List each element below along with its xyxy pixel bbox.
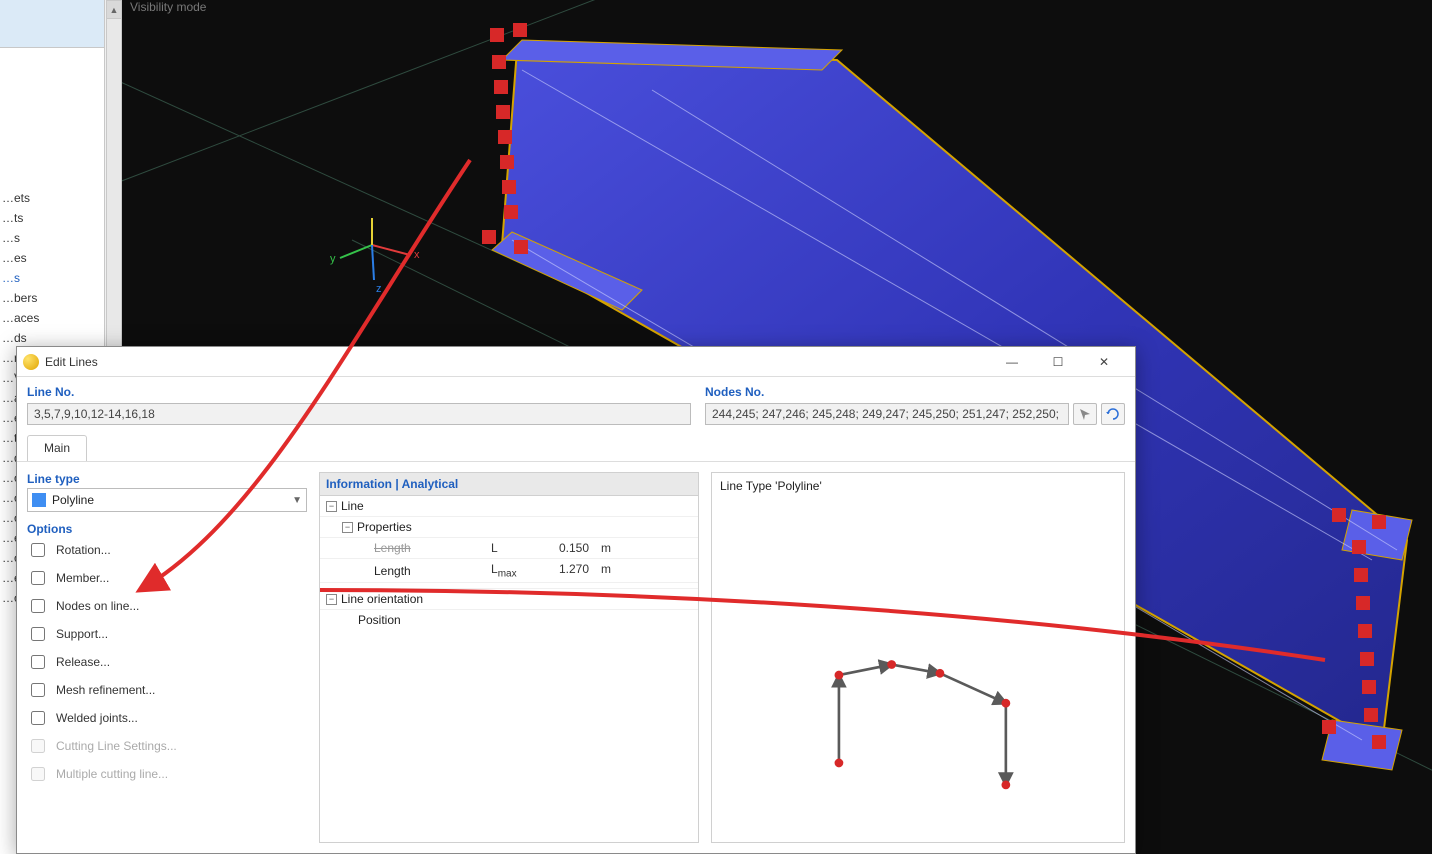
option-mesh-refinement[interactable]: Mesh refinement...	[27, 680, 307, 700]
option-welded-joints[interactable]: Welded joints...	[27, 708, 307, 728]
option-release-check[interactable]	[31, 655, 45, 669]
linetype-label: Line type	[27, 472, 307, 486]
option-rotation-label: Rotation...	[56, 543, 111, 557]
linetype-value: Polyline	[52, 493, 292, 507]
option-mesh-label: Mesh refinement...	[56, 683, 155, 697]
option-rotation[interactable]: Rotation...	[27, 540, 307, 560]
tree-item[interactable]: …es	[0, 248, 104, 268]
option-member-check[interactable]	[31, 571, 45, 585]
dialog-titlebar[interactable]: Edit Lines — ☐ ✕	[17, 347, 1135, 377]
nodes-no-block: Nodes No.	[705, 385, 1125, 425]
tab-main[interactable]: Main	[27, 435, 87, 461]
options-label: Options	[27, 522, 307, 536]
dialog-title: Edit Lines	[45, 355, 989, 369]
collapse-icon[interactable]: −	[326, 501, 337, 512]
option-member-label: Member...	[56, 571, 109, 585]
tree-item[interactable]: …ts	[0, 208, 104, 228]
option-cutting-label: Cutting Line Settings...	[56, 739, 177, 753]
propgrid-header: Information | Analytical	[320, 473, 698, 496]
preview-svg	[712, 473, 1124, 842]
option-release[interactable]: Release...	[27, 652, 307, 672]
linetype-preview: Line Type 'Polyline'	[711, 472, 1125, 843]
maximize-button[interactable]: ☐	[1035, 347, 1081, 377]
option-rotation-check[interactable]	[31, 543, 45, 557]
propgrid-length0-name: Length	[374, 541, 411, 555]
tree-item[interactable]: …ds	[0, 328, 104, 348]
propgrid-position-node: Position	[358, 613, 401, 627]
nodes-no-label: Nodes No.	[705, 385, 1125, 399]
tree-item[interactable]: …bers	[0, 288, 104, 308]
options-group: Options Rotation... Member... Nodes on l…	[27, 522, 307, 784]
propgrid-length1-sym: Lmax	[485, 559, 535, 582]
propgrid-line-node: Line	[341, 499, 364, 513]
tree-item[interactable]: …ets	[0, 188, 104, 208]
propgrid-length0-unit: m	[595, 538, 625, 558]
propgrid-length0-val: 0.150	[535, 538, 595, 558]
tree-item[interactable]: …s	[0, 268, 104, 288]
linetype-select[interactable]: Polyline ▼	[27, 488, 307, 512]
option-support[interactable]: Support...	[27, 624, 307, 644]
property-grid[interactable]: Information | Analytical − Line − Proper…	[319, 472, 699, 843]
linetype-swatch	[32, 493, 46, 507]
tree-item[interactable]: …aces	[0, 308, 104, 328]
svg-text:z: z	[376, 283, 382, 295]
reverse-button[interactable]	[1101, 403, 1125, 425]
option-multcut-check	[31, 767, 45, 781]
option-welded-check[interactable]	[31, 711, 45, 725]
nodes-no-input[interactable]	[705, 403, 1069, 425]
pointer-icon	[1078, 407, 1092, 421]
option-nodes-label: Nodes on line...	[56, 599, 139, 613]
propgrid-length1-val: 1.270	[535, 559, 595, 582]
option-member[interactable]: Member...	[27, 568, 307, 588]
propgrid-length1-name: Length	[374, 564, 411, 578]
svg-text:x: x	[414, 249, 420, 261]
collapse-icon[interactable]: −	[326, 594, 337, 605]
option-multiple-cutting: Multiple cutting line...	[27, 764, 307, 784]
line-no-label: Line No.	[27, 385, 691, 399]
tree-top	[0, 0, 104, 48]
linetype-group: Line type Polyline ▼	[27, 472, 307, 512]
app-icon	[23, 354, 39, 370]
option-multcut-label: Multiple cutting line...	[56, 767, 168, 781]
option-cutting-line: Cutting Line Settings...	[27, 736, 307, 756]
propgrid-orientation-node: Line orientation	[341, 592, 423, 606]
close-button[interactable]: ✕	[1081, 347, 1127, 377]
propgrid-length1-unit: m	[595, 559, 625, 582]
collapse-icon[interactable]: −	[342, 522, 353, 533]
chevron-down-icon: ▼	[292, 495, 302, 506]
propgrid-properties-node: Properties	[357, 520, 412, 534]
option-support-check[interactable]	[31, 627, 45, 641]
pick-nodes-button[interactable]	[1073, 403, 1097, 425]
line-no-input[interactable]	[27, 403, 691, 425]
minimize-button[interactable]: —	[989, 347, 1035, 377]
propgrid-length0-sym: L	[485, 538, 535, 558]
axis-triad: x y z	[330, 218, 420, 295]
option-support-label: Support...	[56, 627, 108, 641]
scroll-up-icon[interactable]: ▲	[107, 1, 121, 19]
option-nodes-check[interactable]	[31, 599, 45, 613]
reverse-icon	[1106, 407, 1120, 421]
svg-text:y: y	[330, 253, 336, 265]
line-no-block: Line No.	[27, 385, 691, 425]
tree-item[interactable]: …s	[0, 228, 104, 248]
option-release-label: Release...	[56, 655, 110, 669]
option-mesh-check[interactable]	[31, 683, 45, 697]
option-cutting-check	[31, 739, 45, 753]
option-nodes-on-line[interactable]: Nodes on line...	[27, 596, 307, 616]
edit-lines-dialog: Edit Lines — ☐ ✕ Line No. Nodes No.	[16, 346, 1136, 854]
option-welded-label: Welded joints...	[56, 711, 138, 725]
